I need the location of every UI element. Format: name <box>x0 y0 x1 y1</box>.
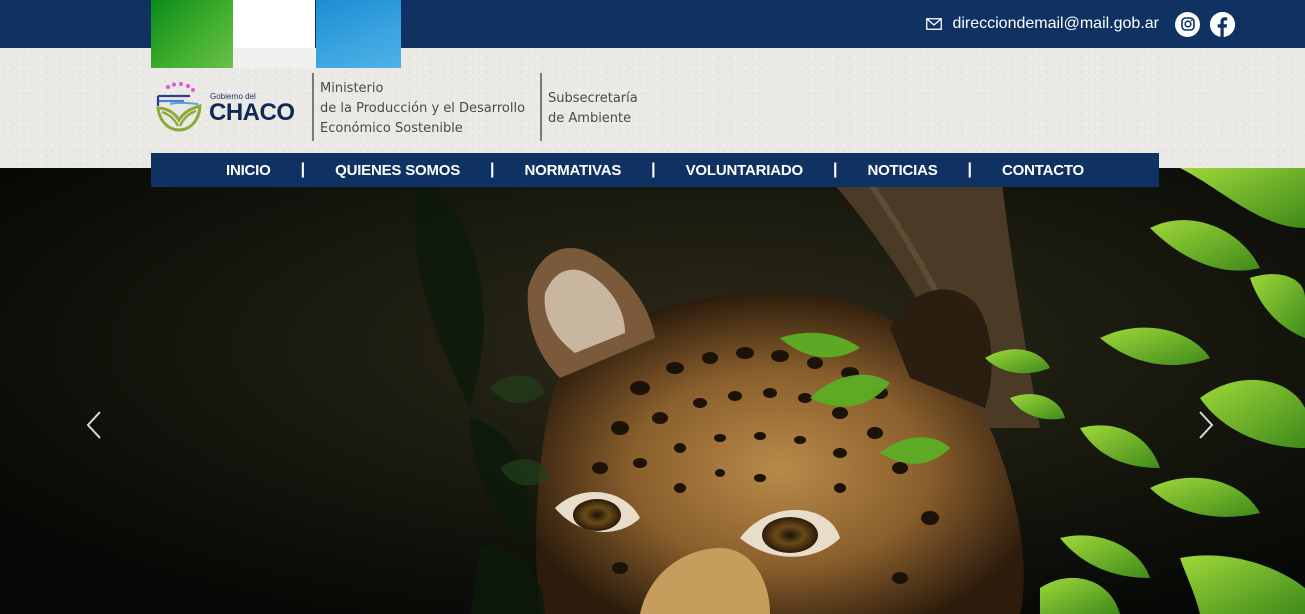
chevron-left-icon <box>86 411 101 439</box>
subsecretaria-line: de Ambiente <box>548 111 632 126</box>
contact-links: direcciondemail@mail.gob.ar <box>926 11 1235 37</box>
gobierno-chaco-logo[interactable]: Gobierno del CHACO <box>156 82 306 134</box>
facebook-icon[interactable] <box>1210 11 1235 37</box>
flag-green-block <box>151 0 233 68</box>
ministry-line: Ministerio <box>320 81 384 96</box>
hero-carousel <box>0 168 1305 614</box>
flag-white-block <box>233 0 315 48</box>
nav-separator: | <box>490 161 495 178</box>
nav-quienes-somos[interactable]: QUIENES SOMOS <box>335 162 460 179</box>
ministry-line: de la Producción y el Desarrollo <box>320 101 526 116</box>
chevron-right-icon <box>1199 411 1214 439</box>
nav-separator: | <box>651 161 656 178</box>
nav-inicio[interactable]: INICIO <box>226 162 271 179</box>
carousel-next-button[interactable] <box>1198 410 1222 450</box>
header-divider <box>540 73 542 141</box>
chaco-emblem-icon <box>156 82 202 132</box>
nav-noticias[interactable]: NOTICIAS <box>867 162 937 179</box>
nav-normativas[interactable]: NORMATIVAS <box>525 162 622 179</box>
carousel-prev-button[interactable] <box>86 410 110 450</box>
flag-white-lower <box>233 48 316 68</box>
ministry-name: Ministerio de la Producción y el Desarro… <box>320 79 540 139</box>
subsecretaria-line: Subsecretaría <box>548 91 638 106</box>
nav-separator: | <box>967 161 972 178</box>
ministry-line: Económico Sostenible <box>320 121 463 136</box>
nav-contacto[interactable]: CONTACTO <box>1002 162 1084 179</box>
mail-icon <box>926 18 943 30</box>
nav-separator: | <box>832 161 838 178</box>
instagram-icon[interactable] <box>1175 11 1200 37</box>
nav-separator: | <box>300 161 306 178</box>
main-nav: INICIO | QUIENES SOMOS | NORMATIVAS | VO… <box>151 153 1159 187</box>
subsecretaria-name: Subsecretaría de Ambiente <box>548 89 658 129</box>
logo-title: CHACO <box>209 99 295 126</box>
nav-voluntariado[interactable]: VOLUNTARIADO <box>686 162 804 179</box>
jaguar-hero-image <box>0 168 1305 614</box>
email-link[interactable]: direcciondemail@mail.gob.ar <box>952 15 1159 33</box>
flag-blue-block <box>316 0 401 68</box>
header-divider <box>312 73 314 141</box>
